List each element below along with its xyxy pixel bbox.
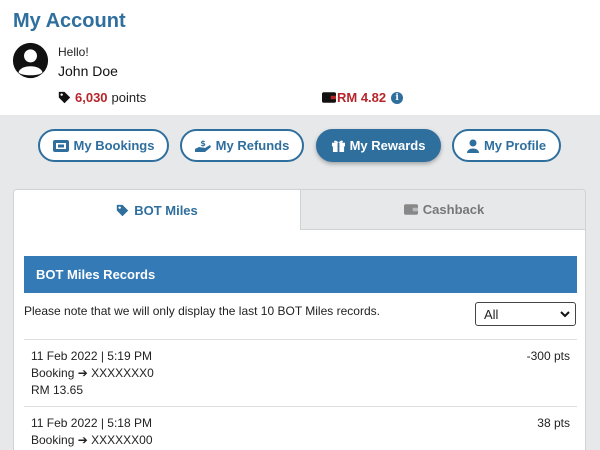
- my-refunds-button[interactable]: $ My Refunds: [180, 129, 304, 162]
- list-item: 11 Feb 2022 | 5:19 PM Booking ➔ XXXXXXX0…: [24, 339, 577, 406]
- wallet-icon: [403, 204, 418, 215]
- my-profile-label: My Profile: [483, 138, 547, 153]
- tag-icon: [58, 91, 71, 104]
- points-unit: points: [111, 90, 147, 105]
- record-points: -300 pts: [526, 349, 570, 363]
- ticket-icon: [52, 139, 69, 152]
- tab-cashback-label: Cashback: [422, 202, 485, 217]
- my-rewards-button[interactable]: My Rewards: [316, 129, 441, 162]
- info-icon[interactable]: i: [391, 91, 404, 104]
- greeting-text: Hello!: [58, 45, 89, 59]
- record-datetime: 11 Feb 2022 | 5:18 PM: [31, 416, 152, 430]
- wallet-summary: RM 4.82 i: [322, 90, 404, 105]
- wallet-icon: [322, 92, 336, 103]
- record-booking-label: Booking: [31, 433, 75, 447]
- my-profile-button[interactable]: My Profile: [452, 129, 561, 162]
- my-refunds-label: My Refunds: [215, 138, 290, 153]
- tab-bot-miles[interactable]: BOT Miles: [14, 190, 300, 230]
- svg-text:$: $: [200, 139, 206, 148]
- records-heading: BOT Miles Records: [24, 256, 577, 293]
- record-amount: RM 13.65: [31, 383, 84, 397]
- rewards-card: BOT Miles Cashback BOT Miles Records Ple…: [13, 189, 586, 450]
- record-booking-ref: XXXXXXX0: [91, 366, 154, 380]
- my-rewards-label: My Rewards: [349, 138, 426, 153]
- filter-selected-value: All: [484, 306, 499, 322]
- record-booking: Booking ➔ XXXXXX00: [31, 433, 153, 447]
- points-value: 6,030: [75, 90, 108, 105]
- my-bookings-label: My Bookings: [73, 138, 155, 153]
- tab-cashback[interactable]: Cashback: [300, 190, 585, 230]
- hand-holding-dollar-icon: $: [194, 139, 211, 152]
- list-item: 11 Feb 2022 | 5:18 PM Booking ➔ XXXXXX00…: [24, 406, 577, 450]
- chevron-down-icon: [560, 311, 570, 318]
- points-summary: 6,030 points: [58, 90, 146, 105]
- arrow-right-icon: ➔: [77, 433, 88, 447]
- record-booking-label: Booking: [31, 366, 75, 380]
- record-points: 38 pts: [537, 416, 570, 430]
- wallet-amount: RM 4.82: [337, 90, 387, 105]
- record-datetime: 11 Feb 2022 | 5:19 PM: [31, 349, 152, 363]
- records-filter-select[interactable]: All: [475, 302, 576, 326]
- records-note: Please note that we will only display th…: [24, 304, 380, 318]
- tag-icon: [117, 204, 129, 216]
- account-header: My Account Hello! John Doe 6,030 points …: [0, 0, 600, 115]
- record-booking-ref: XXXXXX00: [91, 433, 153, 447]
- page-title: My Account: [13, 10, 126, 32]
- gift-icon: [331, 140, 345, 152]
- arrow-right-icon: ➔: [77, 366, 88, 380]
- my-bookings-button[interactable]: My Bookings: [38, 129, 169, 162]
- user-icon: [466, 139, 479, 153]
- record-booking: Booking ➔ XXXXXXX0: [31, 366, 154, 380]
- user-avatar-icon: [12, 42, 49, 79]
- tab-bot-miles-label: BOT Miles: [134, 202, 198, 218]
- user-name: John Doe: [58, 63, 118, 79]
